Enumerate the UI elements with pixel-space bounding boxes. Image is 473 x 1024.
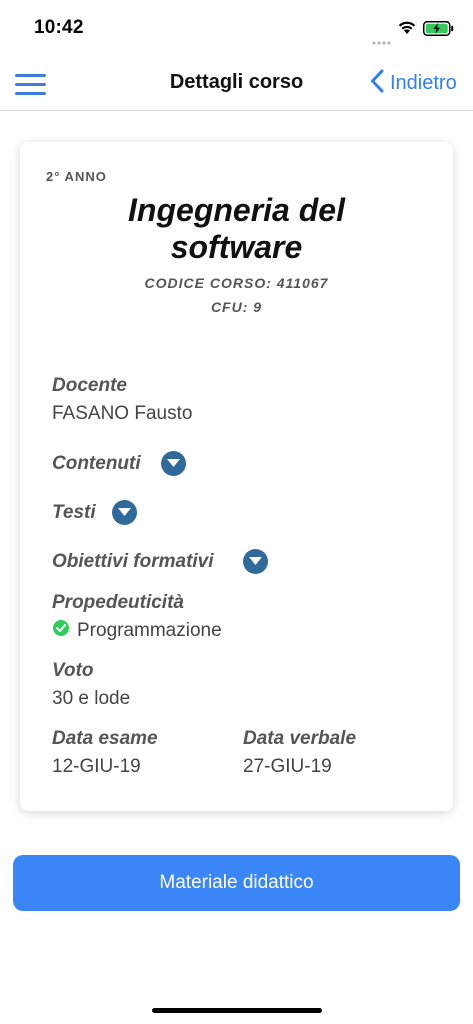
back-button[interactable]: Indietro <box>370 67 457 99</box>
prerequisites-label: Propedeuticità <box>52 592 184 613</box>
prerequisites-value: Programmazione <box>77 620 222 641</box>
record-date-value: 27-GIU-19 <box>243 756 332 777</box>
home-indicator <box>152 1008 322 1013</box>
course-year: 2° ANNO <box>46 169 107 184</box>
teacher-value: FASANO Fausto <box>52 403 193 424</box>
app-screen: 10:42 Dettagli corso Indietro 2° ANNO In… <box>0 0 473 1024</box>
grade-label: Voto <box>52 660 94 681</box>
teacher-label: Docente <box>52 375 127 396</box>
chevron-left-icon <box>370 69 384 98</box>
contents-expand-button[interactable] <box>161 451 186 476</box>
grade-value: 30 e lode <box>52 688 131 709</box>
texts-expand-button[interactable] <box>112 500 137 525</box>
exam-date-label: Data esame <box>52 728 158 749</box>
status-time: 10:42 <box>34 17 84 38</box>
exam-date-value: 12-GIU-19 <box>52 756 141 777</box>
status-bar: 10:42 <box>0 0 473 56</box>
check-circle-icon <box>53 620 69 636</box>
chevron-down-icon <box>167 459 180 467</box>
chevron-down-icon <box>118 508 131 516</box>
navigation-bar: Dettagli corso Indietro <box>0 56 473 111</box>
objectives-expand-button[interactable] <box>243 549 268 574</box>
course-title: Ingegneria del software <box>20 192 453 266</box>
course-cfu: CFU: 9 <box>210 299 263 315</box>
back-label: Indietro <box>390 71 457 94</box>
course-title-text: Ingegneria del software <box>128 192 345 265</box>
course-card: 2° ANNO Ingegneria del software CODICE C… <box>20 142 453 811</box>
signal-icon <box>372 32 392 50</box>
course-code: CODICE CORSO: 411067 <box>144 275 329 291</box>
material-button[interactable]: Materiale didattico <box>13 855 460 911</box>
chevron-down-icon <box>249 557 262 565</box>
record-date-label: Data verbale <box>243 728 357 749</box>
contents-label: Contenuti <box>52 453 141 474</box>
wifi-icon <box>397 20 417 40</box>
battery-charging-icon <box>423 21 454 41</box>
texts-label: Testi <box>52 502 96 523</box>
objectives-label: Obiettivi formativi <box>52 551 214 572</box>
